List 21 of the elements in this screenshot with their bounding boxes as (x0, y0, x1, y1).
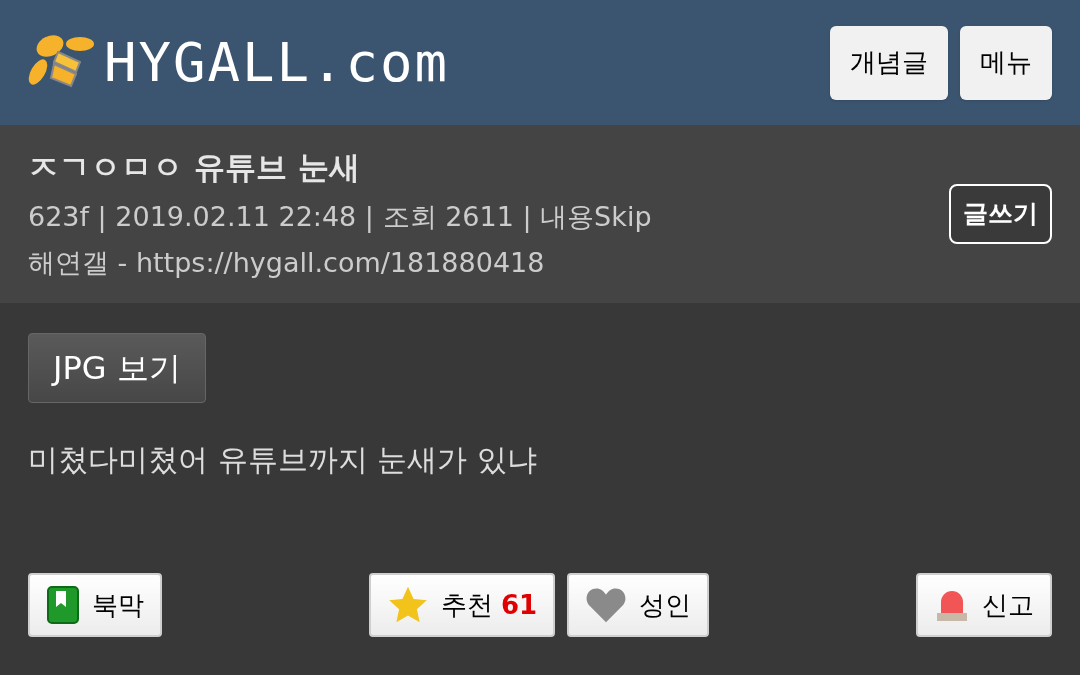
button-label: 신고 (982, 588, 1034, 622)
post-body-text: 미쳤다미쳤어 유튜브까지 눈새가 있냐 (28, 441, 538, 479)
jpg-view-button[interactable]: JPG 보기 (28, 333, 206, 403)
recommend-button[interactable]: 추천 61 (368, 573, 556, 637)
bookmark-button[interactable]: 북막 (28, 573, 162, 637)
menu-button[interactable]: 메뉴 (960, 25, 1052, 100)
button-label: 성인 (639, 588, 692, 622)
star-icon (386, 585, 429, 625)
report-button[interactable]: 신고 (916, 573, 1052, 637)
logo-text: HYGALL.com (104, 30, 450, 96)
adult-button[interactable]: 성인 (567, 573, 710, 637)
logo[interactable]: HYGALL.com (28, 22, 450, 103)
post-source: 해연갤 - https://hygall.com/181880418 (28, 246, 546, 281)
button-label: 추천 61 (440, 588, 538, 622)
heart-icon (585, 586, 628, 624)
post-title: ㅈㄱㅇㅁㅇ 유튜브 눈새 (28, 148, 361, 188)
write-button[interactable]: 글쓰기 (949, 184, 1052, 244)
book-icon (46, 585, 80, 625)
post-meta: 623f | 2019.02.11 22:48 | 조회 2611 | 내용Skip (28, 199, 652, 235)
best-posts-button[interactable]: 개념글 (830, 25, 948, 100)
button-label: 북막 (92, 588, 144, 622)
